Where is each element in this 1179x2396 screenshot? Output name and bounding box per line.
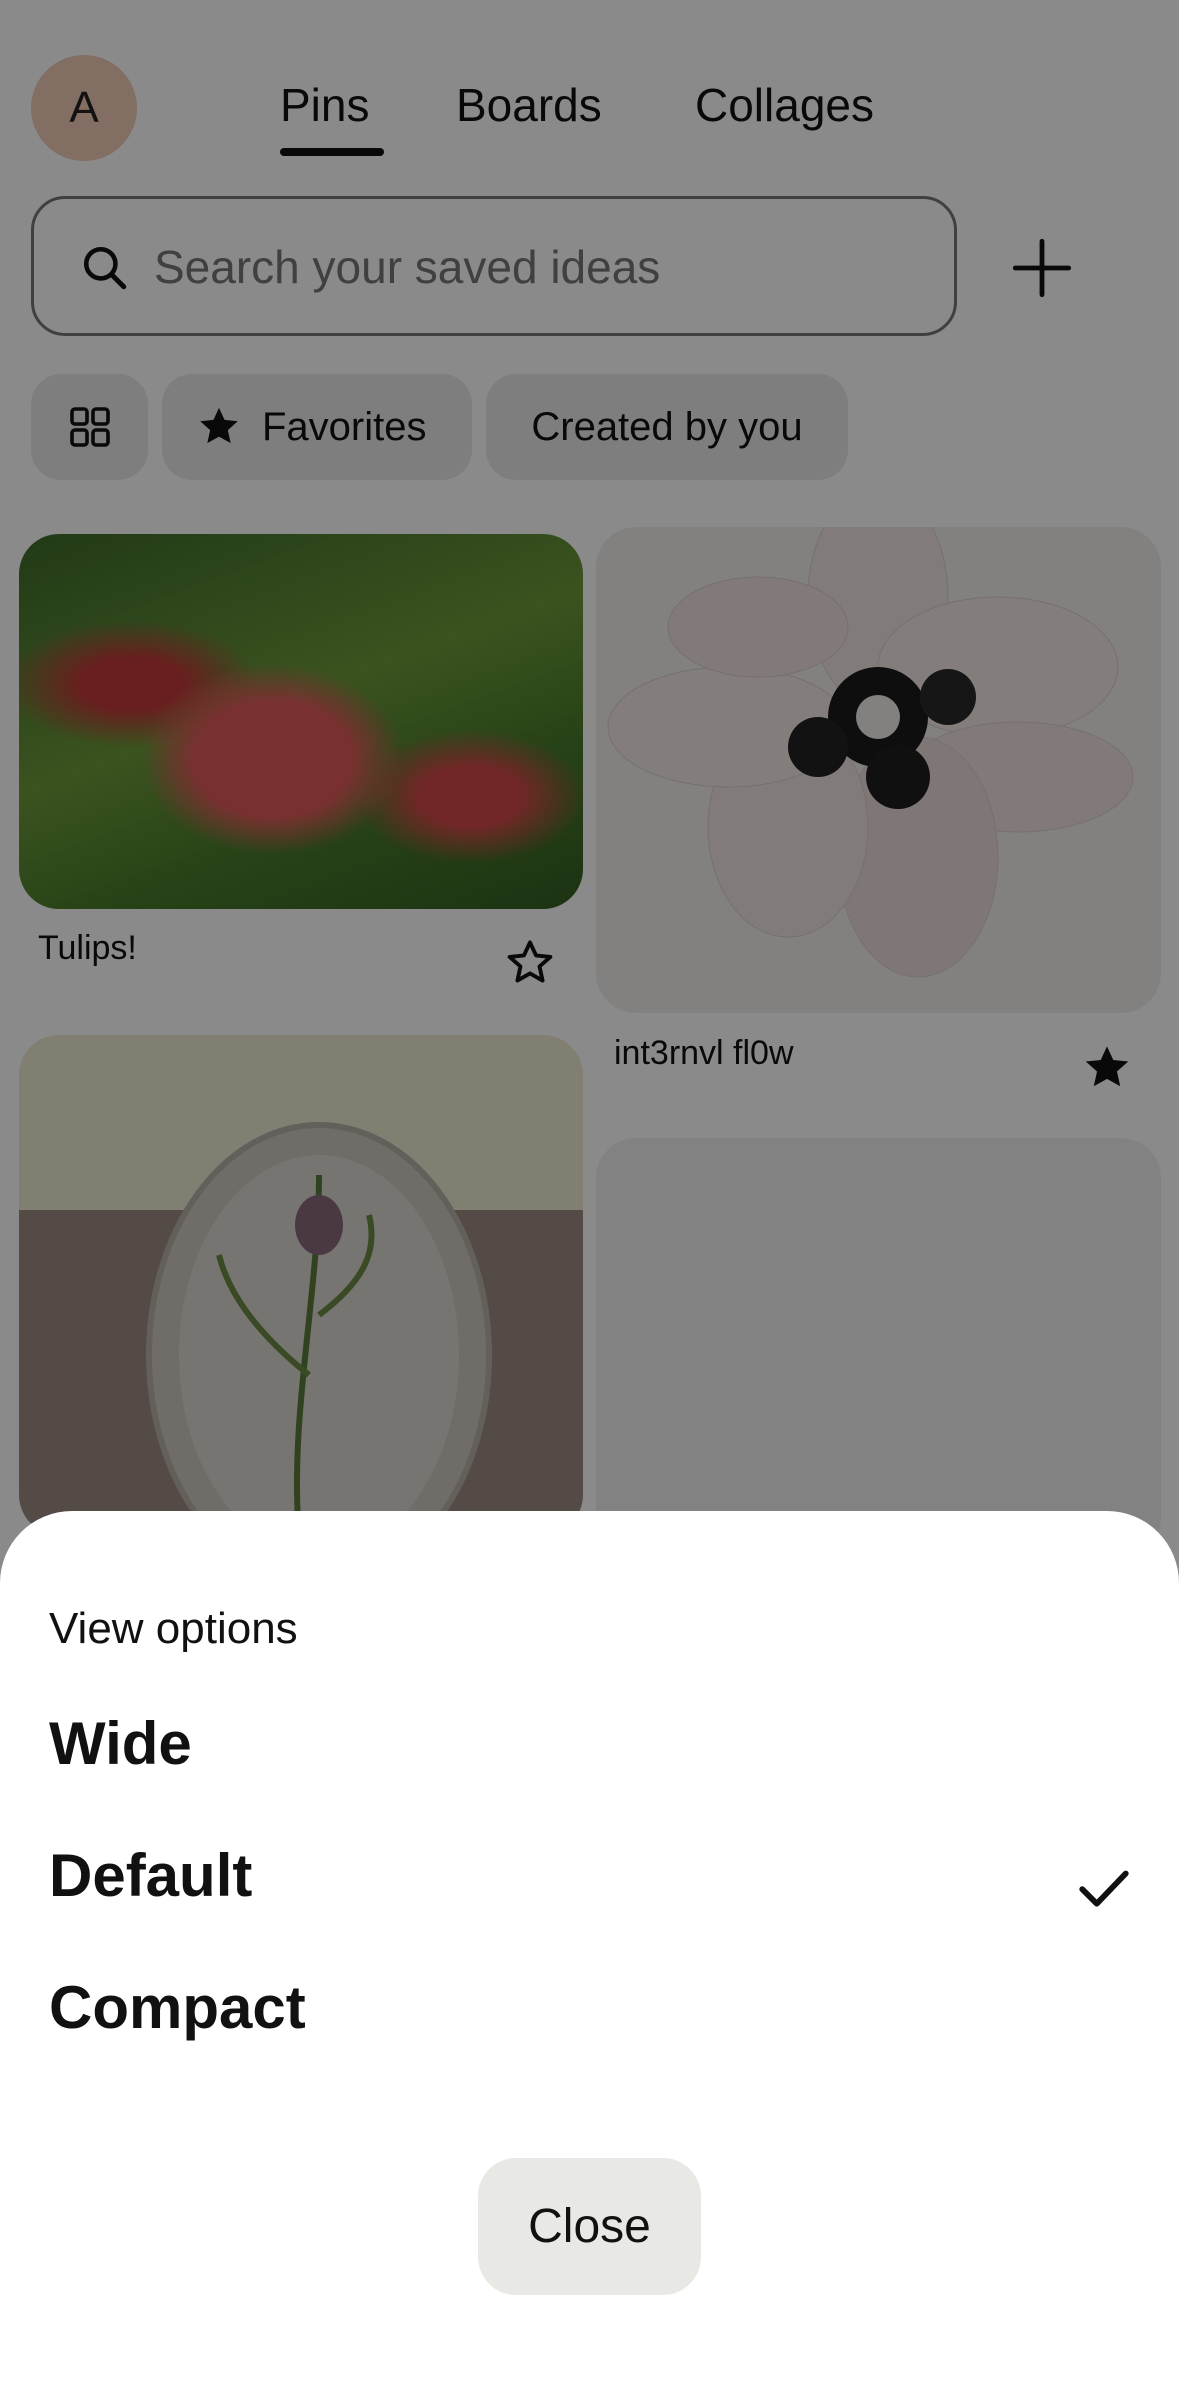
close-label: Close [528,2200,651,2253]
view-option-wide[interactable]: Wide [49,1709,192,1778]
view-options-sheet: View options Wide Default Compact Close [0,1511,1179,2396]
view-option-compact[interactable]: Compact [49,1973,306,2042]
checkmark-icon [1079,1870,1129,1907]
view-option-default[interactable]: Default [49,1841,252,1910]
sheet-heading: View options [49,1604,298,1653]
saved-pins-screen: A Pins Boards Collages Search your saved… [0,0,1179,2396]
close-button[interactable]: Close [478,2158,701,2295]
